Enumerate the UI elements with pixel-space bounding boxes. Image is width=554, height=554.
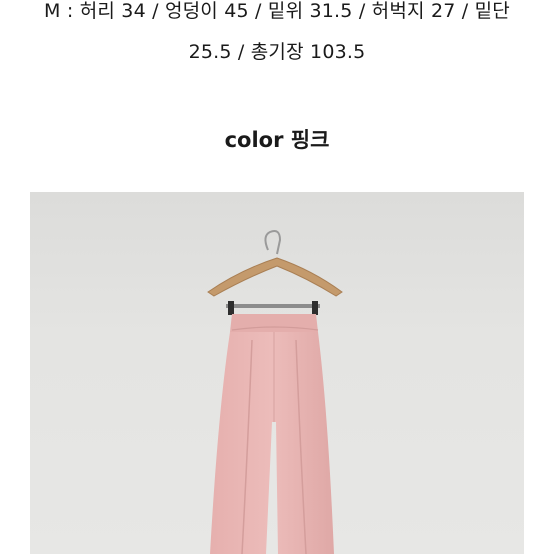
color-label: color 핑크 [224, 128, 330, 152]
hanger-hook [264, 230, 282, 255]
size-measurements-line-2: 25.5 / 총기장 103.5 [188, 41, 366, 63]
hanger-clip-right [312, 301, 318, 315]
pants-on-hanger-image [207, 230, 343, 554]
product-photo [30, 192, 524, 554]
hanger-clip-left [228, 301, 234, 315]
hanger [207, 257, 343, 297]
hanger-bar [226, 304, 320, 308]
size-measurements-line-1: M : 허리 34 / 엉덩이 45 / 밑위 31.5 / 허벅지 27 / … [44, 0, 510, 22]
pants [210, 332, 334, 554]
pants-waistband [230, 314, 318, 332]
